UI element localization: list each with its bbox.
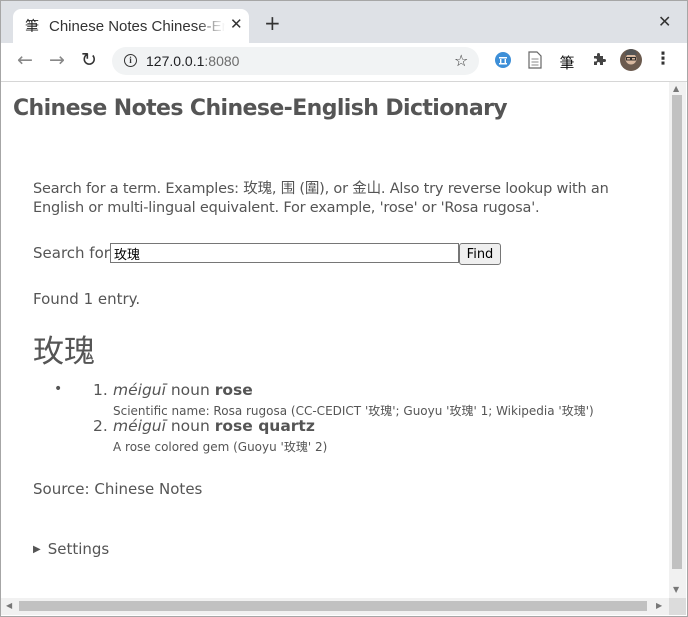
sense-pos: noun — [170, 417, 210, 435]
address-bar[interactable]: i 127.0.0.1:8080 ☆ — [112, 47, 479, 75]
url-port: :8080 — [204, 53, 240, 69]
results-count: Found 1 entry. — [33, 290, 141, 308]
browser-menu-icon[interactable]: ⋮ — [653, 49, 673, 69]
source-text: Source: Chinese Notes — [33, 480, 203, 498]
settings-disclosure[interactable]: ▶ Settings — [33, 540, 109, 558]
intro-text: Search for a term. Examples: 玫瑰, 围 (圍), … — [33, 181, 609, 216]
search-label: Search for — [33, 244, 110, 262]
scrollbar-corner — [669, 598, 686, 615]
sense-note: A rose colored gem (Guoyu '玫瑰' 2) — [113, 440, 328, 454]
vertical-scroll-thumb[interactable] — [672, 95, 682, 569]
sense-pos: noun — [170, 381, 210, 399]
url-host: 127.0.0.1 — [146, 53, 205, 69]
sense-pinyin: méiguī — [113, 417, 166, 435]
sense-number: 2. — [93, 417, 108, 435]
page-content: Chinese Notes Chinese-English Dictionary… — [1, 82, 669, 598]
document-extension-icon[interactable] — [525, 51, 545, 71]
translate-extension-icon[interactable] — [493, 51, 513, 71]
vertical-scrollbar[interactable]: ▲ ▼ — [669, 82, 686, 598]
window-close-button[interactable]: ✕ — [658, 12, 671, 31]
forward-arrow-icon[interactable]: → — [49, 50, 65, 70]
tab-title: Chinese Notes Chinese-English Dictionary — [49, 18, 225, 35]
find-button[interactable]: Find — [459, 243, 501, 265]
headword: 玫瑰 — [33, 334, 95, 370]
tab-strip: 筆 Chinese Notes Chinese-English Dictiona… — [1, 1, 687, 43]
settings-label: Settings — [47, 540, 110, 558]
reload-icon[interactable]: ↻ — [81, 50, 97, 70]
info-icon[interactable]: i — [124, 54, 137, 67]
url-text: 127.0.0.1:8080 — [146, 53, 239, 69]
bi-extension-icon[interactable]: 筆 — [557, 52, 577, 72]
horizontal-scrollbar[interactable]: ◀ ▶ — [1, 598, 669, 615]
puzzle-extensions-icon[interactable] — [589, 51, 609, 71]
browser-tab[interactable]: 筆 Chinese Notes Chinese-English Dictiona… — [13, 9, 249, 43]
bookmark-star-icon[interactable]: ☆ — [454, 51, 468, 70]
sense-number: 1. — [93, 381, 108, 399]
list-bullet: • — [54, 381, 63, 397]
scroll-down-arrow-icon[interactable]: ▼ — [673, 585, 679, 594]
sense-english: rose quartz — [214, 417, 315, 435]
avatar[interactable] — [620, 49, 642, 71]
browser-toolbar: ← → ↻ i 127.0.0.1:8080 ☆ 筆 ⋮ — [1, 43, 687, 82]
new-tab-button[interactable]: + — [264, 13, 281, 33]
browser-window: 筆 Chinese Notes Chinese-English Dictiona… — [0, 0, 688, 617]
scroll-right-arrow-icon[interactable]: ▶ — [656, 601, 662, 610]
tab-close-icon[interactable]: ✕ — [230, 15, 243, 33]
horizontal-scroll-thumb[interactable] — [19, 601, 647, 611]
sense-item: 2. méiguī noun rose quartz — [93, 417, 315, 435]
sense-english: rose — [214, 381, 253, 399]
sense-item: 1. méiguī noun rose — [93, 381, 253, 399]
back-arrow-icon[interactable]: ← — [17, 50, 33, 70]
scroll-up-arrow-icon[interactable]: ▲ — [673, 84, 679, 93]
tab-favicon-icon: 筆 — [25, 19, 39, 35]
page-title: Chinese Notes Chinese-English Dictionary — [13, 96, 508, 121]
sense-pinyin: méiguī — [113, 381, 166, 399]
disclosure-triangle-icon: ▶ — [33, 544, 41, 555]
scroll-left-arrow-icon[interactable]: ◀ — [6, 601, 12, 610]
search-input[interactable] — [110, 243, 459, 263]
